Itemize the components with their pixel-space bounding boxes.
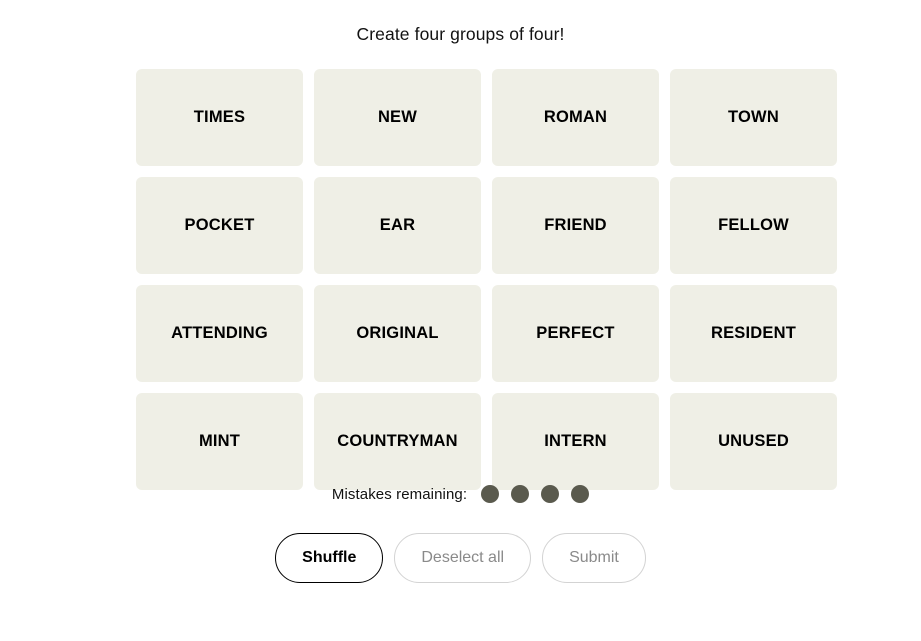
mistake-dot-icon: [511, 485, 530, 503]
word-tile[interactable]: PERFECT: [492, 285, 659, 382]
word-tile[interactable]: UNUSED: [670, 393, 837, 490]
word-tile[interactable]: TIMES: [136, 69, 303, 166]
deselect-all-button[interactable]: Deselect all: [394, 533, 532, 583]
word-tile[interactable]: FRIEND: [492, 177, 659, 274]
game-controls: Shuffle Deselect all Submit: [0, 533, 921, 583]
page-title: Create four groups of four!: [356, 24, 565, 44]
word-tile[interactable]: FELLOW: [670, 177, 837, 274]
mistakes-remaining: Mistakes remaining:: [0, 482, 921, 506]
word-tile[interactable]: COUNTRYMAN: [314, 393, 481, 490]
word-tile[interactable]: NEW: [314, 69, 481, 166]
word-tile[interactable]: ATTENDING: [136, 285, 303, 382]
mistake-dots: [481, 485, 590, 503]
word-tile[interactable]: POCKET: [136, 177, 303, 274]
word-tile[interactable]: RESIDENT: [670, 285, 837, 382]
word-tile[interactable]: ORIGINAL: [314, 285, 481, 382]
word-grid: TIMES NEW ROMAN TOWN POCKET EAR FRIEND F…: [136, 69, 838, 490]
mistakes-label: Mistakes remaining:: [331, 485, 468, 503]
shuffle-button[interactable]: Shuffle: [275, 533, 384, 583]
submit-button[interactable]: Submit: [542, 533, 646, 583]
mistake-dot-icon: [541, 485, 560, 503]
mistake-dot-icon: [571, 485, 590, 503]
word-tile[interactable]: MINT: [136, 393, 303, 490]
word-tile[interactable]: INTERN: [492, 393, 659, 490]
word-tile[interactable]: ROMAN: [492, 69, 659, 166]
word-tile[interactable]: EAR: [314, 177, 481, 274]
word-tile[interactable]: TOWN: [670, 69, 837, 166]
mistake-dot-icon: [481, 485, 500, 503]
connections-game-page: Create four groups of four! TIMES NEW RO…: [0, 0, 921, 641]
